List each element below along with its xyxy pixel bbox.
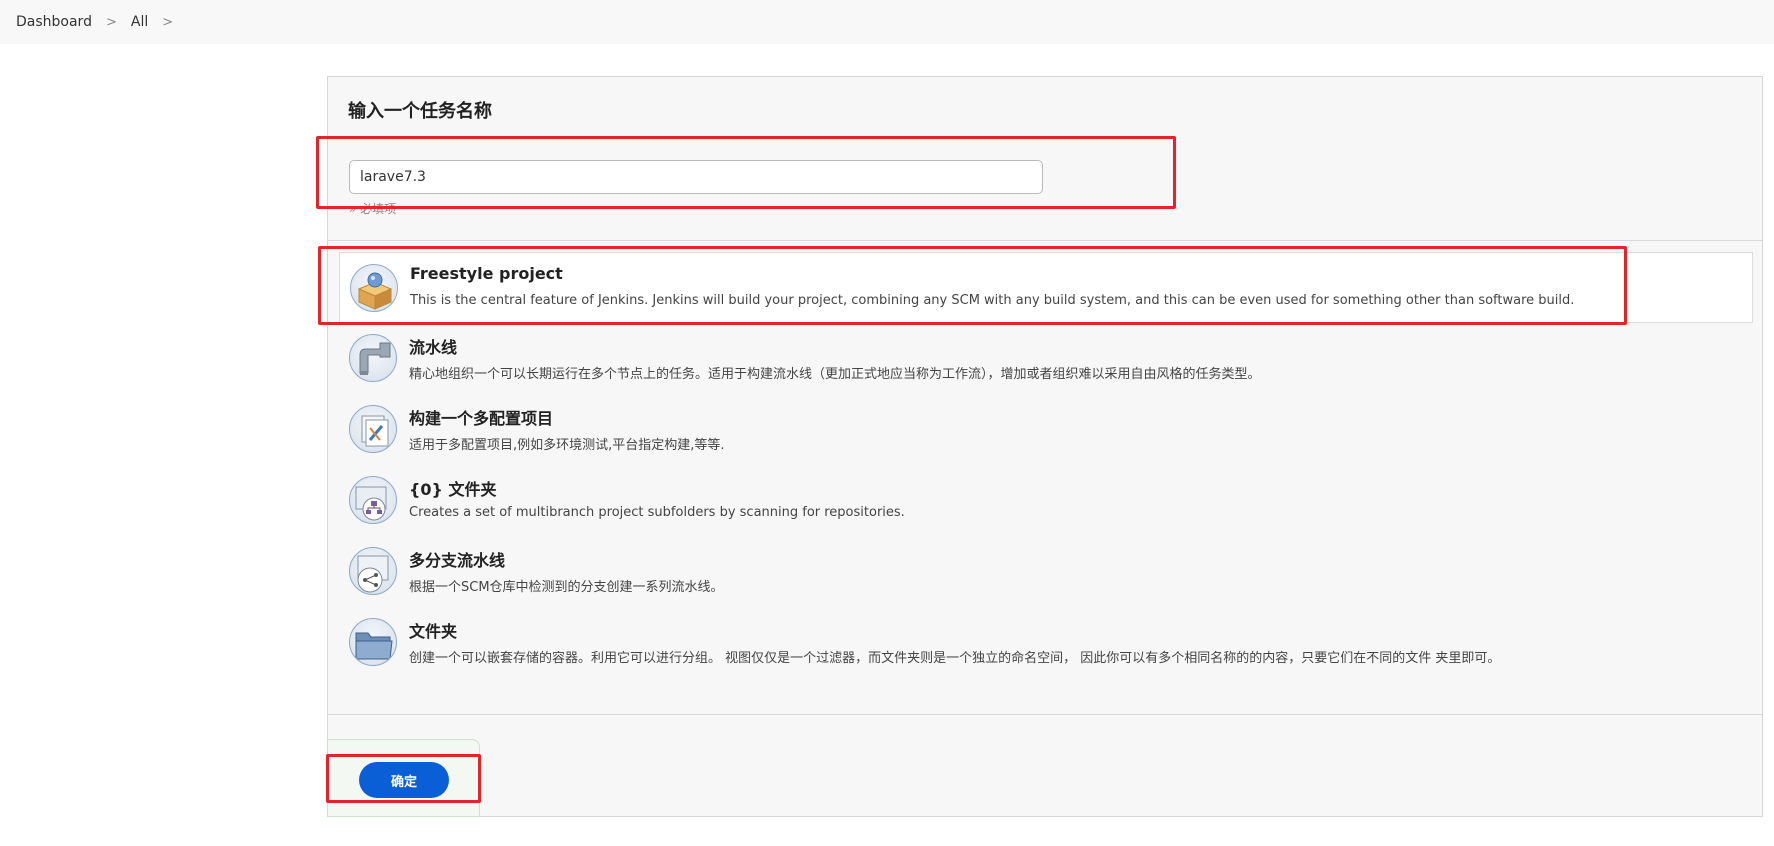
organization-folder-icon (349, 476, 397, 524)
breadcrumb-item-all[interactable]: All (131, 14, 148, 30)
ok-button[interactable]: 确定 (359, 762, 449, 798)
item-type-description: 精心地组织一个可以长期运行在多个节点上的任务。适用于构建流水线（更加正式地应当称… (409, 367, 1261, 382)
item-type-description: 适用于多配置项目,例如多环境测试,平台指定构建,等等. (409, 438, 725, 453)
breadcrumb-link-dashboard[interactable]: Dashboard (16, 14, 92, 30)
item-type-description: 创建一个可以嵌套存储的容器。利用它可以进行分组。 视图仅仅是一个过滤器，而文件夹… (409, 651, 1501, 666)
item-type-name: 多分支流水线 (409, 551, 506, 570)
breadcrumb-link-all[interactable]: All (131, 14, 148, 30)
item-type-description: 根据一个SCM仓库中检测到的分支创建一系列流水线。 (409, 580, 724, 595)
item-type-name: {0} 文件夹 (409, 480, 497, 499)
breadcrumb-separator-icon: > (105, 14, 117, 30)
item-type-description: This is the central feature of Jenkins. … (410, 293, 1575, 308)
item-type-pipeline[interactable]: 流水线 精心地组织一个可以长期运行在多个节点上的任务。适用于构建流水线（更加正式… (339, 323, 1753, 394)
item-name-section: 输入一个任务名称 » 必填项 (328, 77, 1762, 241)
item-type-description: Creates a set of multibranch project sub… (409, 505, 905, 520)
multibranch-pipeline-icon (349, 547, 397, 595)
freestyle-project-icon (350, 264, 398, 312)
item-type-name: 文件夹 (409, 622, 458, 641)
pipeline-icon (349, 334, 397, 382)
item-type-folder[interactable]: 文件夹 创建一个可以嵌套存储的容器。利用它可以进行分组。 视图仅仅是一个过滤器，… (339, 607, 1753, 678)
new-item-panel: 输入一个任务名称 » 必填项 Freestyle project This is… (327, 76, 1763, 817)
breadcrumb-item-dashboard[interactable]: Dashboard (16, 14, 92, 30)
item-name-input[interactable] (349, 160, 1043, 194)
breadcrumb-separator-icon[interactable]: > (162, 15, 173, 30)
form-footer: 确定 (328, 739, 480, 817)
item-type-name: Freestyle project (410, 264, 563, 283)
item-type-list: Freestyle project This is the central fe… (328, 241, 1762, 715)
folder-icon (349, 618, 397, 666)
section-title: 输入一个任务名称 (348, 101, 492, 122)
item-type-organization-folder[interactable]: {0} 文件夹 Creates a set of multibranch pro… (339, 465, 1753, 536)
item-type-multi-config[interactable]: 构建一个多配置项目 适用于多配置项目,例如多环境测试,平台指定构建,等等. (339, 394, 1753, 465)
item-type-freestyle-project[interactable]: Freestyle project This is the central fe… (339, 252, 1753, 323)
breadcrumb: Dashboard > All > (0, 0, 1774, 44)
item-type-name: 构建一个多配置项目 (409, 409, 554, 428)
multi-config-icon (349, 405, 397, 453)
item-type-multibranch-pipeline[interactable]: 多分支流水线 根据一个SCM仓库中检测到的分支创建一系列流水线。 (339, 536, 1753, 607)
item-type-name: 流水线 (409, 338, 458, 357)
required-hint: » 必填项 (349, 202, 397, 216)
